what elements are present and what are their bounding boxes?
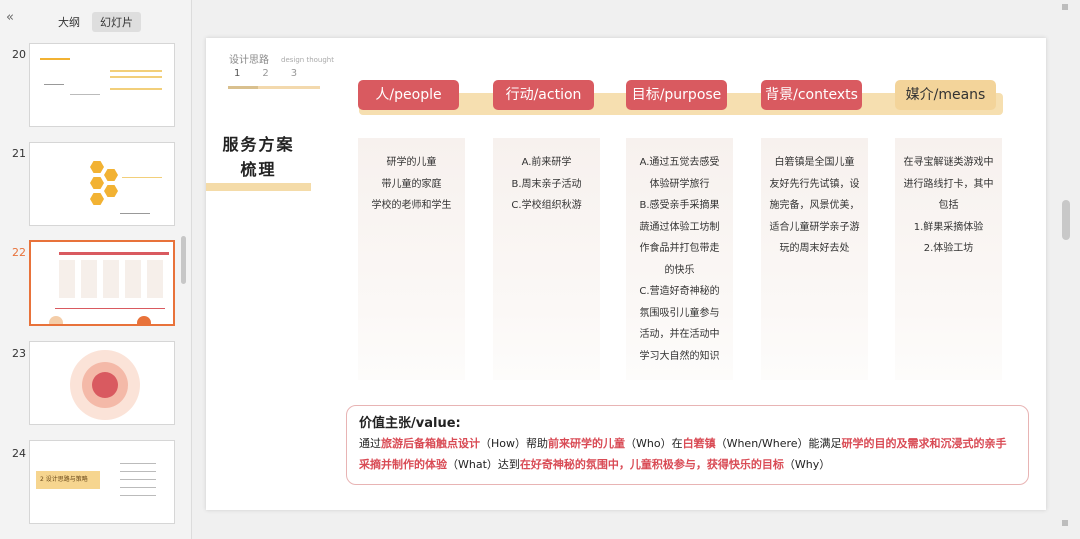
value-title: 价值主张/value: [359, 416, 461, 431]
column-people: 研学的儿童 带儿童的家庭 学校的老师和学生 [358, 138, 465, 380]
slide-thumbnail-23[interactable] [29, 341, 175, 425]
value-body: 通过旅游后备箱触点设计（How）帮助前来研学的儿童（Who）在白箬镇（When/… [359, 433, 1016, 475]
design-thought-label-en: design thought [281, 56, 334, 64]
slide-number: 22 [12, 246, 26, 259]
value-highlight: 在好奇神秘的氛围中，儿童积极参与，获得快乐的目标 [519, 458, 784, 471]
collapse-panel-icon[interactable]: « [6, 10, 14, 25]
slide-thumbnail-24[interactable]: 2 设计思路与策略 [29, 440, 175, 524]
vertical-scrollbar[interactable] [1058, 0, 1080, 539]
value-text: （Why） [783, 458, 831, 471]
column-text: 在寻宝解谜类游戏中 进行路线打卡，其中 包括 1.鲜果采摘体验 2.体验工坊 [903, 157, 994, 254]
column-head-contexts: 背景/contexts [761, 80, 862, 110]
value-highlight: 白箬镇 [682, 437, 716, 450]
section-title-line2: 梳理 [240, 160, 277, 179]
tab-outline[interactable]: 大纲 [50, 12, 88, 32]
value-highlight: 旅游后备箱触点设计 [381, 437, 480, 450]
step-3: 3 [290, 68, 298, 79]
design-thought-label: 设计思路 [229, 55, 269, 66]
section-title-line1: 服务方案 [222, 135, 295, 154]
value-text: 通过 [359, 437, 381, 450]
scroll-up-icon[interactable] [1062, 4, 1068, 10]
value-text: （What）达到 [447, 458, 520, 471]
column-action: A.前来研学 B.周末亲子活动 C.学校组织秋游 [493, 138, 600, 380]
section-title: 服务方案 梳理 [206, 132, 311, 182]
column-text: A.前来研学 B.周末亲子活动 C.学校组织秋游 [511, 157, 582, 211]
column-head-action: 行动/action [493, 80, 594, 110]
slide-number: 21 [12, 147, 26, 160]
value-text: （Who）在 [625, 437, 683, 450]
scroll-down-icon[interactable] [1062, 520, 1068, 526]
column-head-people: 人/people [358, 80, 459, 110]
column-text: A.通过五觉去感受 体验研学旅行 B.感受亲手采摘果 蔬通过体验工坊制 作食品并… [639, 157, 720, 362]
value-proposition-box: 价值主张/value: 通过旅游后备箱触点设计（How）帮助前来研学的儿童（Wh… [346, 405, 1029, 485]
slide-panel: « 大纲 幻灯片 20 21 22 23 24 2 设计思路与策略 [0, 0, 192, 539]
step-underline-active [228, 86, 258, 89]
scrollbar-thumb[interactable] [1062, 200, 1070, 240]
slide-thumbnail-21[interactable] [29, 142, 175, 226]
column-text: 白箬镇是全国儿童 友好先行先试镇，设 施完备，风景优美， 适合儿童研学亲子游 玩… [769, 157, 860, 254]
column-text: 研学的儿童 带儿童的家庭 学校的老师和学生 [371, 157, 452, 211]
slide-thumbnail-20[interactable] [29, 43, 175, 127]
tab-slides[interactable]: 幻灯片 [92, 12, 141, 32]
step-indicator: 1 2 3 [234, 68, 297, 79]
value-text: （How）帮助 [480, 437, 548, 450]
slide-number: 20 [12, 48, 26, 61]
panel-scrollbar[interactable] [181, 236, 186, 284]
column-head-purpose: 目标/purpose [626, 80, 727, 110]
column-head-means: 媒介/means [895, 80, 996, 110]
slide-number: 23 [12, 347, 26, 360]
slide-thumbnail-22[interactable] [29, 240, 175, 326]
column-purpose: A.通过五觉去感受 体验研学旅行 B.感受亲手采摘果 蔬通过体验工坊制 作食品并… [626, 138, 733, 380]
slide-canvas[interactable]: 设计思路 design thought 1 2 3 服务方案 梳理 人/peop… [206, 38, 1046, 510]
column-means: 在寻宝解谜类游戏中 进行路线打卡，其中 包括 1.鲜果采摘体验 2.体验工坊 [895, 138, 1002, 380]
slide-number: 24 [12, 447, 26, 460]
step-2: 2 [262, 68, 269, 79]
thumbnail-caption: 2 设计思路与策略 [36, 471, 100, 489]
section-title-bar [206, 183, 311, 191]
panel-tabs: 大纲 幻灯片 [50, 12, 141, 32]
value-text: （When/Where）能满足 [715, 437, 842, 450]
column-contexts: 白箬镇是全国儿童 友好先行先试镇，设 施完备，风景优美， 适合儿童研学亲子游 玩… [761, 138, 868, 380]
value-highlight: 前来研学的儿童 [548, 437, 625, 450]
step-1: 1 [234, 68, 241, 79]
